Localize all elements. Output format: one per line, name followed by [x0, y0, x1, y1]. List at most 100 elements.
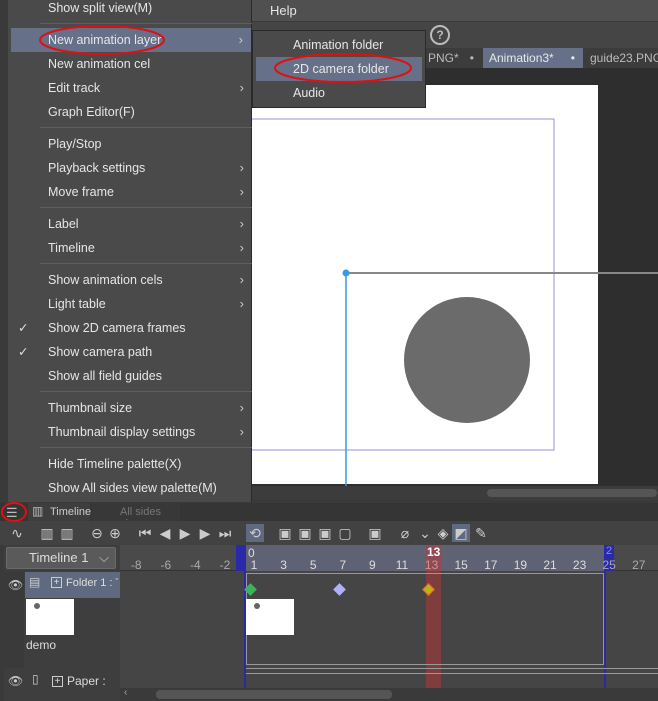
- eye-icon[interactable]: 👁: [8, 578, 23, 592]
- first-frame-icon[interactable]: ⏮: [136, 524, 154, 542]
- track-folder-1[interactable]: ▤ + Folder 1 : Tran: [25, 572, 120, 598]
- circle-shape: [404, 297, 530, 423]
- cel-icon[interactable]: ▢: [336, 524, 354, 542]
- chevron-right-icon: ›: [239, 272, 244, 287]
- new-layer-icon[interactable]: ▥: [58, 524, 76, 542]
- last-frame-icon[interactable]: ⏭: [216, 524, 234, 542]
- tab-timeline[interactable]: ▥ Timeline: [28, 503, 91, 521]
- onion-icon[interactable]: ▣: [366, 524, 384, 542]
- chevron-down-icon: ⌵: [99, 550, 109, 565]
- tick-label: -8: [130, 558, 142, 572]
- eye-icon[interactable]: 👁: [8, 674, 23, 688]
- track-paper[interactable]: Paper :: [67, 674, 106, 688]
- menu-item-2d-camera-folder[interactable]: 2D camera folder: [256, 57, 422, 81]
- tick-label: -6: [160, 558, 172, 572]
- tick-label: 3: [280, 558, 287, 572]
- menu-item-show-split-view-m[interactable]: Show split view(M): [8, 0, 252, 20]
- tick-label: 19: [513, 558, 528, 572]
- menu-separator: [40, 23, 252, 24]
- tick-label: 23: [572, 558, 587, 572]
- menu-item-play-stop[interactable]: Play/Stop: [8, 132, 252, 156]
- menu-separator: [40, 447, 252, 448]
- menu-item-timeline[interactable]: Timeline ›: [8, 236, 252, 260]
- menu-item-show-camera-path[interactable]: ✓ Show camera path: [8, 340, 252, 364]
- tick-label: 1: [250, 558, 258, 572]
- tick-label: 9: [369, 558, 376, 572]
- palette-menu-icon[interactable]: ☰: [6, 505, 18, 521]
- zoom-out-icon[interactable]: ⊖: [88, 524, 106, 542]
- check-icon: ✓: [18, 321, 29, 335]
- menu-item-thumbnail-display-settings[interactable]: Thumbnail display settings ›: [8, 420, 252, 444]
- menu-item-new-animation-layer[interactable]: New animation layer ›: [11, 28, 251, 52]
- tab-all-sides-view[interactable]: All sides view: [92, 503, 180, 530]
- pen-icon[interactable]: ✎: [472, 524, 490, 542]
- new-cel-icon[interactable]: ▣: [276, 524, 294, 542]
- menu-item-audio[interactable]: Audio: [253, 81, 425, 105]
- chevron-right-icon: ›: [239, 160, 244, 175]
- chevron-right-icon: ›: [239, 80, 244, 95]
- cel-name: demo: [26, 638, 57, 652]
- chevron-right-icon: ›: [239, 240, 244, 255]
- layer-icon[interactable]: ▥: [38, 524, 56, 542]
- keyframe-icon[interactable]: ◩: [452, 524, 470, 542]
- check-icon: ✓: [18, 345, 29, 359]
- expand-icon[interactable]: +: [52, 676, 63, 687]
- timeline-scrollbar[interactable]: ‹: [120, 687, 658, 701]
- tick-label: 7: [339, 558, 347, 572]
- camera-handle[interactable]: [342, 269, 350, 277]
- tick-label: -2: [219, 558, 231, 572]
- tick-label: 25: [602, 558, 616, 572]
- chevron-right-icon: ›: [239, 216, 244, 231]
- chevron-right-icon: ›: [239, 296, 244, 311]
- menu-separator: [40, 127, 252, 128]
- paper-track-bar[interactable]: [246, 668, 658, 674]
- chevron-right-icon: ›: [239, 184, 244, 199]
- menu-item-show-all-sides-view-palette-m[interactable]: Show All sides view palette(M): [8, 476, 252, 500]
- new-cel-3-icon[interactable]: ▣: [316, 524, 334, 542]
- zoom-in-icon[interactable]: ⊕: [106, 524, 124, 542]
- new-animation-layer-submenu: Animation folder 2D camera folder Audio: [252, 30, 426, 108]
- menu-item-graph-editor-f[interactable]: Graph Editor(F): [8, 100, 252, 124]
- menu-item-playback-settings[interactable]: Playback settings ›: [8, 156, 252, 180]
- menu-item-animation-folder[interactable]: Animation folder: [253, 33, 425, 57]
- menu-item-light-table[interactable]: Light table ›: [8, 292, 252, 316]
- loop-icon[interactable]: ⟲: [246, 524, 264, 542]
- camera-toggle-icon[interactable]: ⌀: [396, 524, 414, 542]
- graph-editor-icon[interactable]: ∿: [8, 524, 26, 542]
- delete-key-icon[interactable]: ◈: [434, 524, 452, 542]
- prev-frame-icon[interactable]: ◀: [156, 524, 174, 542]
- tick-label: 11: [395, 558, 409, 572]
- chevron-right-icon: ›: [238, 32, 243, 47]
- timeline-icon: ▥: [32, 504, 44, 518]
- tick-label: 17: [484, 558, 498, 572]
- timeline-tabs: ☰ ▥Timeline All sides view: [0, 503, 658, 530]
- folder-icon: ▤: [29, 575, 41, 589]
- menu-item-move-frame[interactable]: Move frame ›: [8, 180, 252, 204]
- menu-item-label[interactable]: Label ›: [8, 212, 252, 236]
- cel-thumbnail[interactable]: [26, 599, 74, 635]
- menu-item-thumbnail-size[interactable]: Thumbnail size ›: [8, 396, 252, 420]
- menu-separator: [40, 391, 252, 392]
- menu-item-show-animation-cels[interactable]: Show animation cels ›: [8, 268, 252, 292]
- expand-icon[interactable]: +: [51, 577, 62, 588]
- dropdown-icon[interactable]: ⌄: [416, 524, 434, 542]
- menu-separator: [40, 263, 252, 264]
- menu-item-edit-track[interactable]: Edit track ›: [8, 76, 252, 100]
- menu-item-hide-timeline-palette-x[interactable]: Hide Timeline palette(X): [8, 452, 252, 476]
- timeline-selector[interactable]: Timeline 1 ⌵: [6, 547, 116, 569]
- new-cel-2-icon[interactable]: ▣: [296, 524, 314, 542]
- canvas-scrollbar[interactable]: [252, 486, 658, 500]
- chevron-right-icon: ›: [239, 424, 244, 439]
- tick-label: -4: [190, 558, 201, 572]
- tick-label: 5: [309, 558, 317, 572]
- menu-item-show-all-field-guides[interactable]: Show all field guides: [8, 364, 252, 388]
- chevron-right-icon: ›: [239, 400, 244, 415]
- play-icon[interactable]: ▶: [176, 524, 194, 542]
- tick-label: 15: [454, 558, 468, 572]
- menu-item-show-2d-camera-frames[interactable]: ✓ Show 2D camera frames: [8, 316, 252, 340]
- menu-separator: [40, 207, 252, 208]
- next-frame-icon[interactable]: ▶: [196, 524, 214, 542]
- menu-item-new-animation-cel[interactable]: New animation cel: [8, 52, 252, 76]
- tick-label: 27: [632, 558, 646, 572]
- cel-thumbnail[interactable]: [246, 599, 294, 635]
